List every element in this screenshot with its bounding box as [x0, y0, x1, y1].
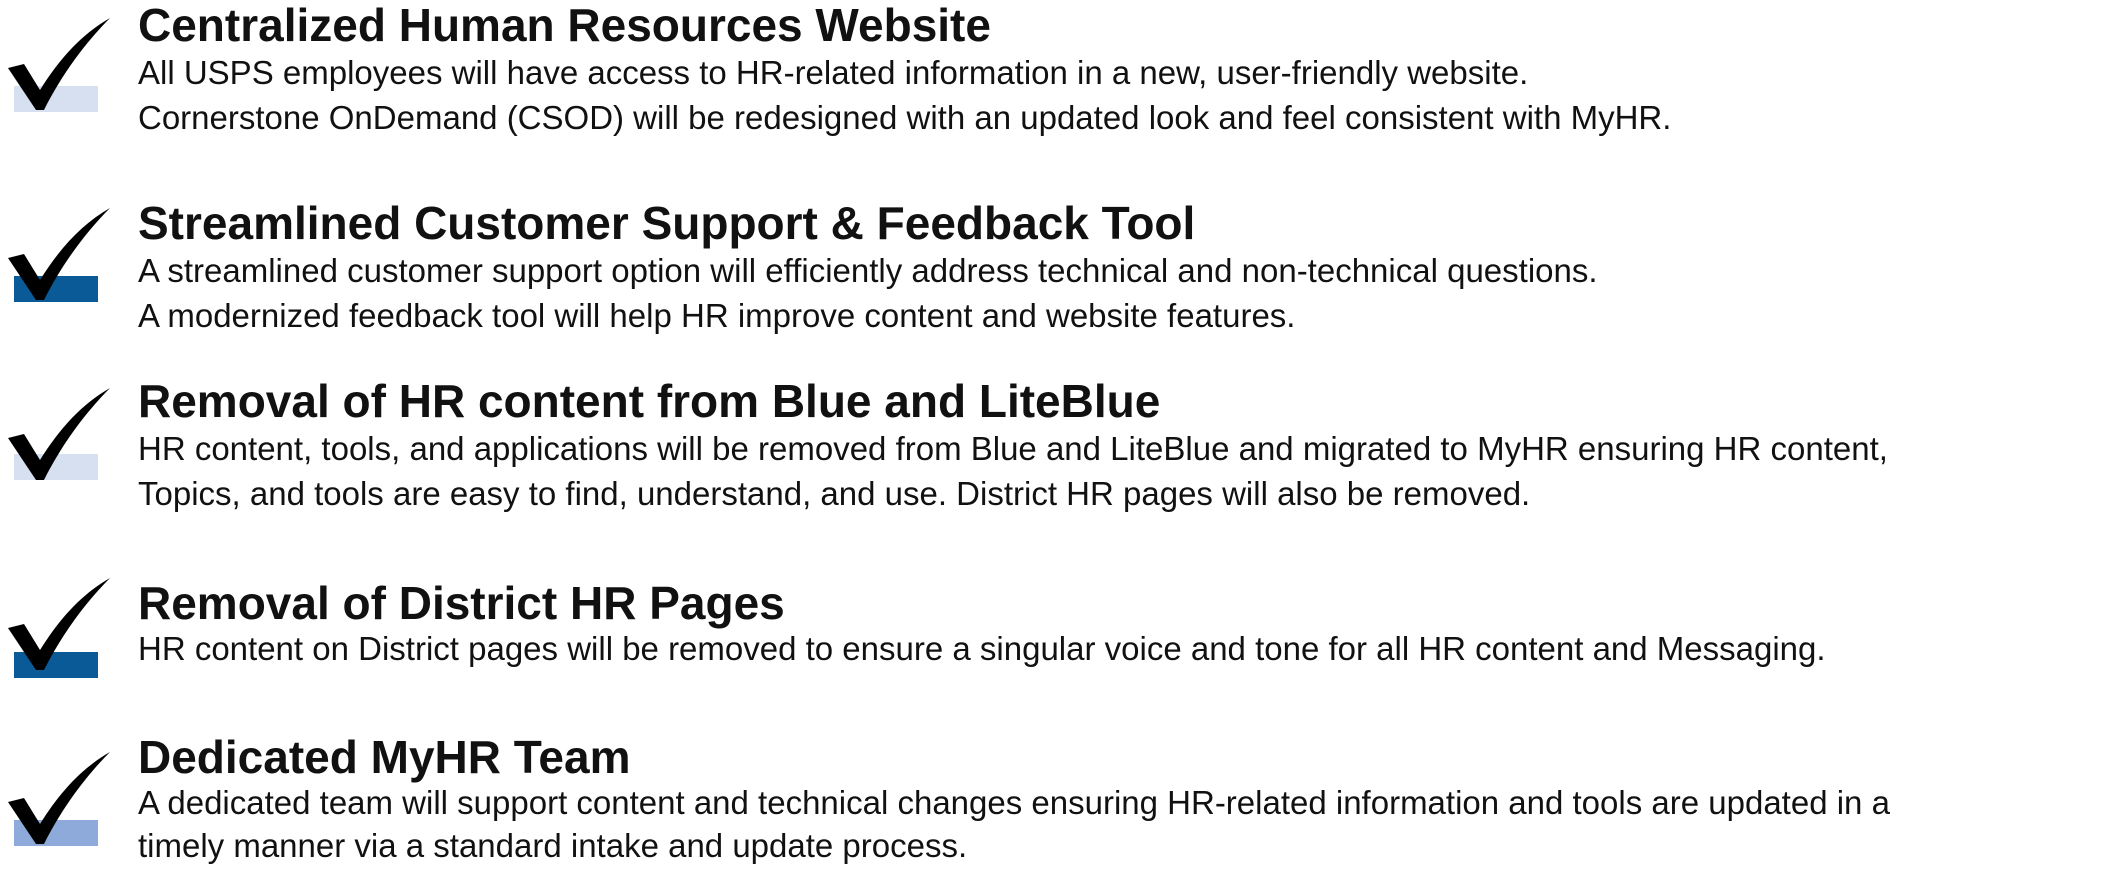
item-desc-line: HR content, tools, and applications will… [138, 430, 1888, 467]
item-desc-line: A modernized feedback tool will help HR … [138, 297, 1296, 334]
item-desc-line: timely manner via a standard intake and … [138, 827, 968, 864]
item-desc-line: All USPS employees will have access to H… [138, 54, 1529, 91]
checkmark-icon [2, 18, 112, 118]
item-desc-line: A streamlined customer support option wi… [138, 252, 1598, 289]
checkmark-icon [2, 208, 112, 308]
item-desc-line: Cornerstone OnDemand (CSOD) will be rede… [138, 99, 1672, 136]
item-title: Dedicated MyHR Team [138, 731, 631, 783]
item-desc-line: Topics, and tools are easy to find, unde… [138, 475, 1531, 512]
item-title: Removal of HR content from Blue and Lite… [138, 375, 1161, 427]
item-title: Centralized Human Resources Website [138, 0, 991, 51]
item-desc-line: HR content on District pages will be rem… [138, 630, 1826, 667]
checkmark-icon [2, 578, 112, 678]
item-title: Removal of District HR Pages [138, 577, 785, 629]
item-title: Streamlined Customer Support & Feedback … [138, 197, 1196, 249]
checkmark-icon [2, 388, 112, 488]
item-desc-line: A dedicated team will support content an… [138, 784, 1890, 821]
checkmark-icon [2, 752, 112, 852]
